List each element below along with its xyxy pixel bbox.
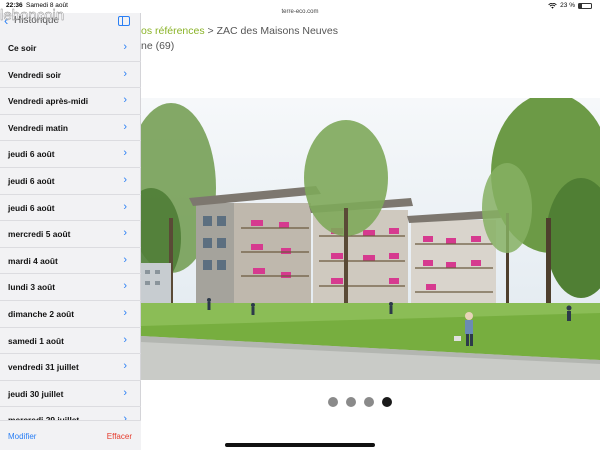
chevron-left-icon[interactable]: ‹ bbox=[4, 14, 8, 28]
chevron-right-icon: › bbox=[123, 253, 127, 266]
history-item[interactable]: jeudi 6 août › bbox=[0, 195, 141, 222]
carousel-dot[interactable] bbox=[328, 397, 338, 407]
chevron-right-icon: › bbox=[123, 306, 127, 319]
history-item[interactable]: lundi 3 août › bbox=[0, 274, 141, 301]
chevron-right-icon: › bbox=[123, 360, 127, 373]
carousel-pagination bbox=[328, 397, 392, 407]
history-item[interactable]: Vendredi soir › bbox=[0, 62, 141, 89]
chevron-right-icon: › bbox=[123, 200, 127, 213]
history-item-label: mercredi 5 août bbox=[8, 229, 71, 240]
home-indicator[interactable] bbox=[225, 443, 375, 447]
history-item-label: jeudi 6 août bbox=[8, 202, 55, 213]
hero-image[interactable] bbox=[141, 98, 600, 380]
history-item-label: Ce soir bbox=[8, 43, 37, 53]
carousel-dot[interactable] bbox=[364, 397, 374, 407]
chevron-right-icon: › bbox=[123, 333, 127, 346]
chevron-right-icon: › bbox=[123, 147, 127, 160]
chevron-right-icon: › bbox=[123, 67, 127, 80]
modify-button[interactable]: Modifier bbox=[8, 432, 36, 441]
breadcrumb-current: ZAC des Maisons Neuves bbox=[216, 25, 338, 37]
history-item-label: mardi 4 août bbox=[8, 255, 58, 266]
history-item-label: Vendredi matin bbox=[8, 122, 69, 133]
history-sidebar: ‹ Historique Ce soir › Vendredi soir › Vendr… bbox=[0, 13, 141, 450]
chevron-right-icon: › bbox=[123, 94, 127, 107]
status-time: 22:36 bbox=[6, 2, 23, 9]
status-bar: 22:36 Samedi 8 août terre-eco.com 23 % bbox=[0, 0, 600, 15]
page-subtitle: ne (69) bbox=[141, 40, 175, 52]
clear-button[interactable]: Effacer bbox=[107, 432, 132, 441]
chevron-right-icon: › bbox=[123, 120, 127, 133]
history-item[interactable]: Ce soir › bbox=[0, 35, 141, 62]
status-indicators: 23 % bbox=[548, 2, 592, 9]
history-item-label: Vendredi après-midi bbox=[8, 96, 89, 107]
chevron-right-icon: › bbox=[123, 280, 127, 293]
carousel-dot[interactable] bbox=[346, 397, 356, 407]
history-item[interactable]: jeudi 6 août › bbox=[0, 141, 141, 168]
battery-icon bbox=[578, 2, 592, 9]
history-item-label: samedi 1 août bbox=[8, 335, 64, 346]
sidebar-footer: Modifier Effacer bbox=[0, 420, 141, 450]
chevron-right-icon: › bbox=[123, 173, 127, 186]
building-illustration bbox=[141, 98, 600, 380]
history-item[interactable]: Vendredi matin › bbox=[0, 115, 141, 142]
status-date: Samedi 8 août bbox=[26, 2, 68, 9]
history-item[interactable]: mercredi 5 août › bbox=[0, 221, 141, 248]
history-item-label: jeudi 30 juillet bbox=[8, 388, 64, 399]
chevron-right-icon: › bbox=[123, 227, 127, 240]
breadcrumb-link[interactable]: os références bbox=[141, 25, 205, 37]
breadcrumb: os références > ZAC des Maisons Neuves bbox=[141, 25, 338, 37]
chevron-right-icon: › bbox=[123, 386, 127, 399]
history-item[interactable]: Vendredi après-midi › bbox=[0, 88, 141, 115]
history-item-label: jeudi 6 août bbox=[8, 175, 55, 186]
chevron-right-icon: › bbox=[123, 41, 127, 53]
sidebar-title: Historique bbox=[14, 15, 60, 26]
battery-percent: 23 % bbox=[560, 2, 575, 9]
history-item[interactable]: vendredi 31 juillet › bbox=[0, 354, 141, 381]
history-item-label: jeudi 6 août bbox=[8, 149, 55, 160]
sidebar-toggle-icon[interactable] bbox=[118, 16, 130, 26]
history-list: Ce soir › Vendredi soir › Vendredi après-mid… bbox=[0, 35, 141, 434]
battery-level bbox=[579, 3, 582, 8]
history-item-label: lundi 3 août bbox=[8, 282, 55, 293]
screen: 22:36 Samedi 8 août terre-eco.com 23 % o… bbox=[0, 0, 600, 450]
history-item-label: dimanche 2 août bbox=[8, 308, 75, 319]
web-page: os références > ZAC des Maisons Neuves n… bbox=[141, 14, 600, 450]
wifi-icon bbox=[548, 2, 557, 9]
history-item[interactable]: jeudi 6 août › bbox=[0, 168, 141, 195]
sidebar-header: ‹ Historique bbox=[0, 13, 141, 31]
history-item-label: vendredi 31 juillet bbox=[8, 362, 79, 373]
history-item-label: Vendredi soir bbox=[8, 69, 62, 80]
history-item[interactable]: dimanche 2 août › bbox=[0, 301, 141, 328]
history-item[interactable]: samedi 1 août › bbox=[0, 328, 141, 355]
breadcrumb-separator: > bbox=[204, 25, 217, 37]
history-item[interactable]: mardi 4 août › bbox=[0, 248, 141, 275]
history-item[interactable]: jeudi 30 juillet › bbox=[0, 381, 141, 408]
carousel-dot[interactable] bbox=[382, 397, 392, 407]
